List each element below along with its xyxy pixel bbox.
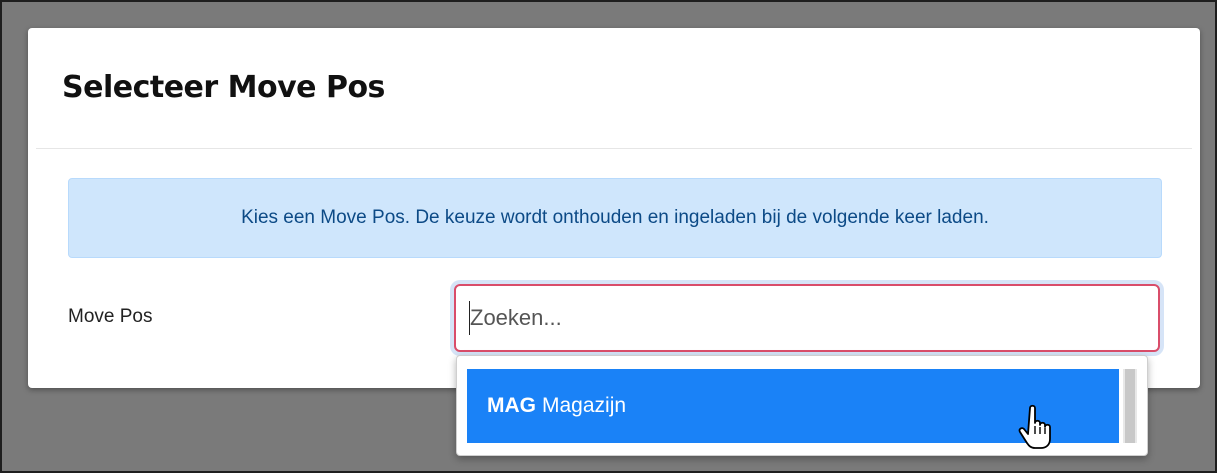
move-pos-search-input[interactable] — [454, 284, 1160, 352]
info-alert: Kies een Move Pos. De keuze wordt onthou… — [68, 178, 1162, 258]
dropdown-scrollbar[interactable] — [1123, 369, 1137, 443]
modal-title: Selecteer Move Pos — [62, 70, 385, 105]
hand-pointer-icon — [1018, 404, 1051, 449]
alert-text: Kies een Move Pos. De keuze wordt onthou… — [241, 207, 989, 228]
modal-header: Selecteer Move Pos — [36, 28, 1192, 149]
select-move-pos-modal: Selecteer Move Pos Kies een Move Pos. De… — [28, 28, 1200, 388]
option-code: MAG — [487, 394, 536, 417]
scrollbar-thumb[interactable] — [1125, 369, 1135, 443]
option-name: Magazijn — [542, 394, 627, 417]
text-caret — [469, 301, 470, 335]
move-pos-label: Move Pos — [68, 306, 153, 327]
